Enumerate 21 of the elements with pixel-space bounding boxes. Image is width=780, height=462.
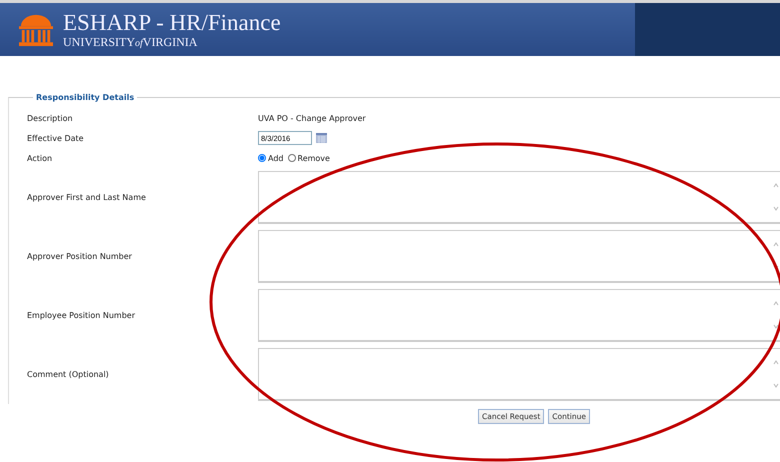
- rotunda-logo-icon: [17, 12, 55, 46]
- radio-button[interactable]: [258, 154, 266, 162]
- field-label: Action: [27, 154, 54, 162]
- section-legend: Responsibility Details: [33, 93, 138, 102]
- scroll-arrows-icon: [773, 182, 779, 212]
- field-label: Effective Date: [27, 134, 85, 142]
- scroll-arrows-icon: [773, 359, 779, 389]
- radio-button[interactable]: [288, 154, 296, 162]
- university-wordmark: UNIVERSITYofVIRGINIA: [63, 36, 198, 48]
- field-label: Employee Position Number: [27, 311, 136, 320]
- app-title: ESHARP - HR/Finance: [63, 10, 281, 34]
- radio-option[interactable]: Add: [258, 154, 284, 162]
- field-label: Approver First and Last Name: [27, 193, 147, 202]
- field-label: Approver Position Number: [27, 252, 133, 261]
- description-value: UVA PO - Change Approver: [258, 114, 366, 122]
- radio-option[interactable]: Remove: [288, 154, 330, 162]
- calendar-icon[interactable]: [316, 133, 327, 143]
- scroll-arrows-icon: [773, 300, 779, 330]
- field-label: Comment (Optional): [27, 370, 110, 379]
- text-area[interactable]: [258, 171, 780, 224]
- field-label: Description: [27, 114, 74, 122]
